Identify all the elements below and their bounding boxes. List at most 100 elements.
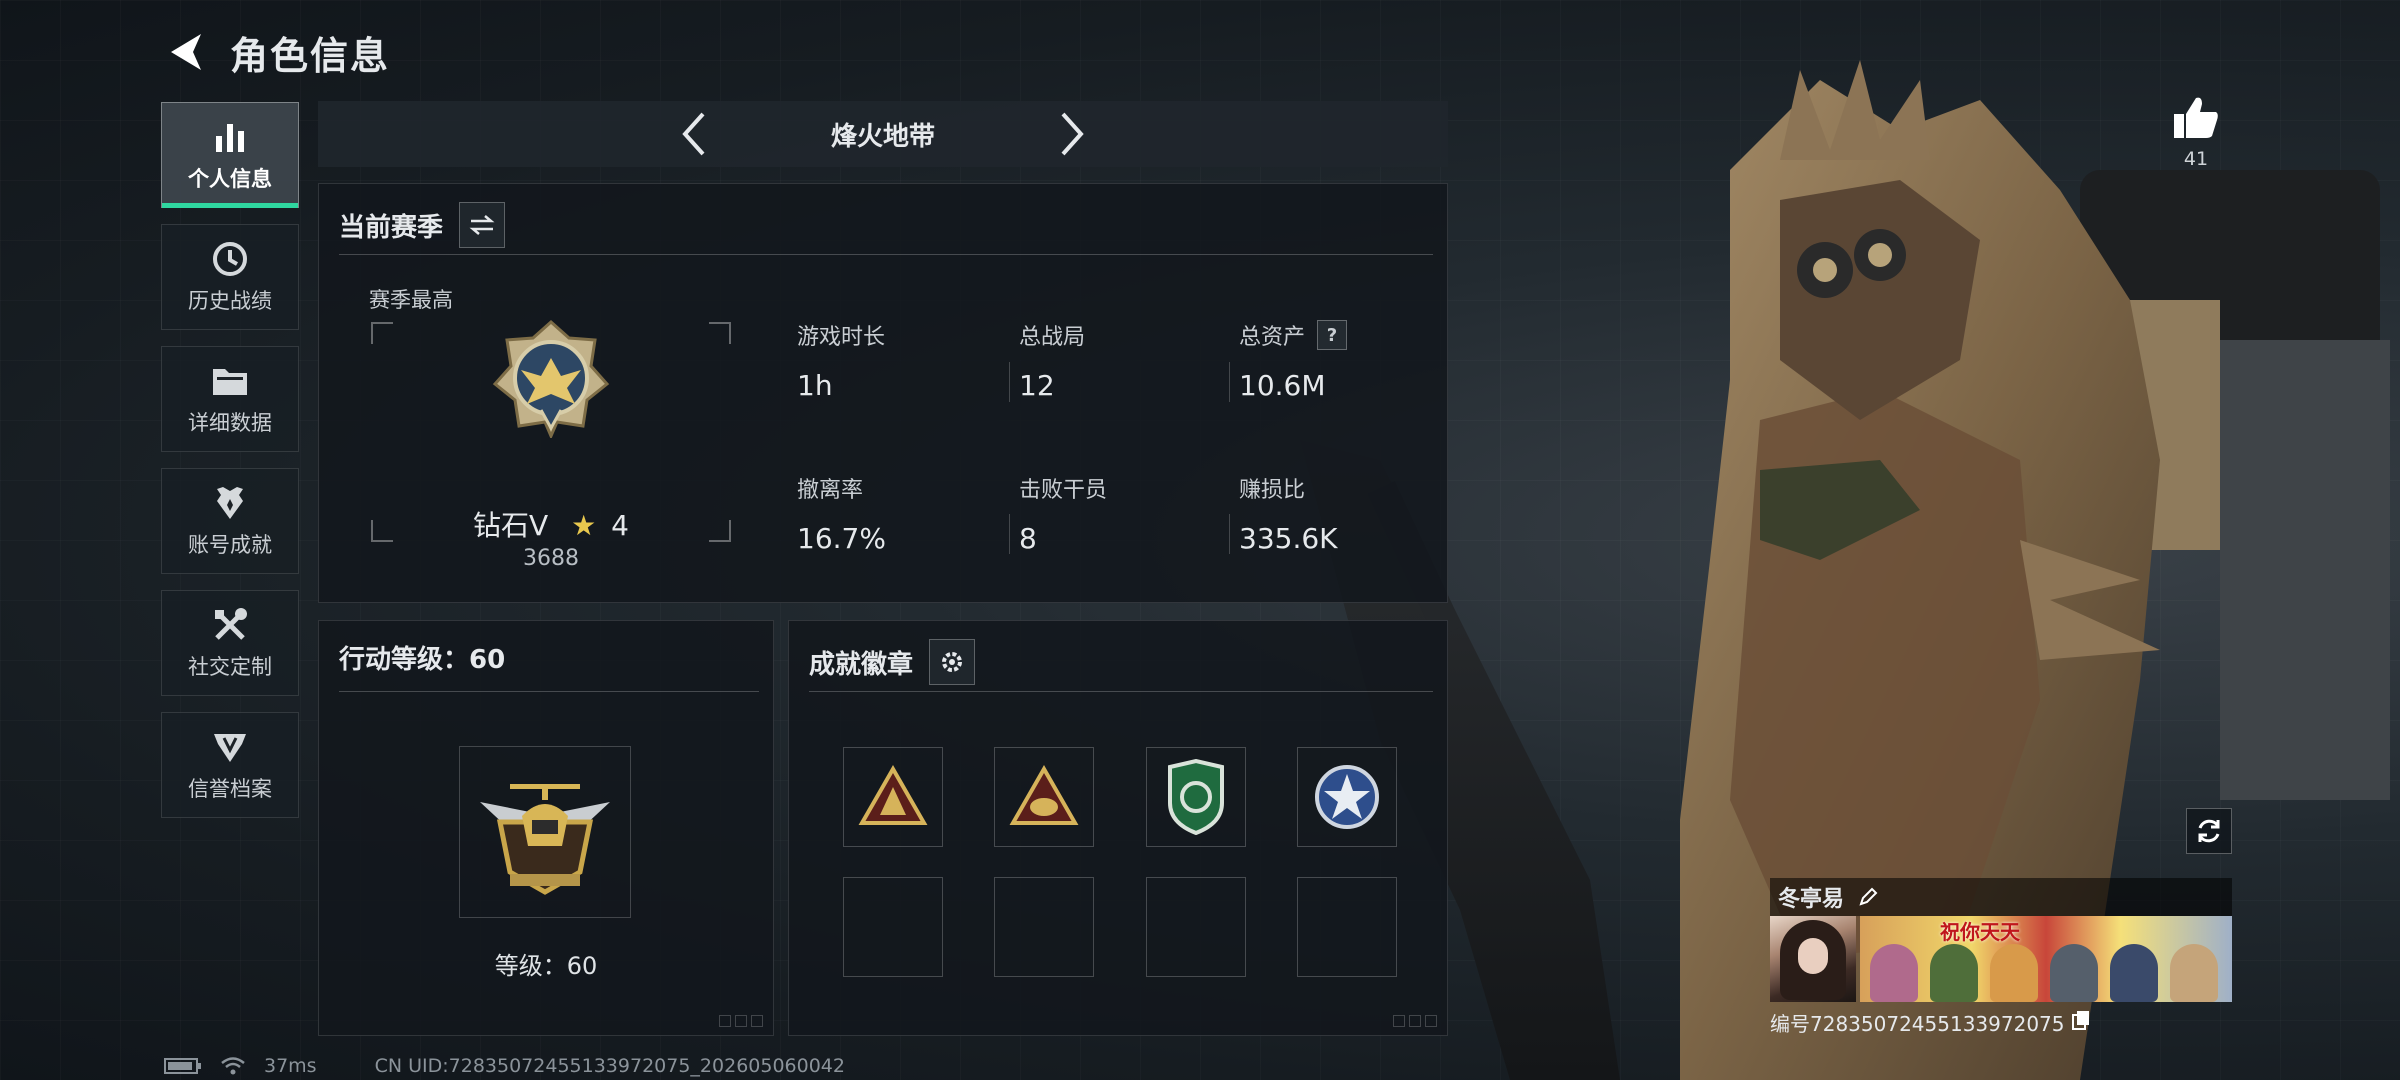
divider — [1009, 362, 1010, 402]
stat-profit-loss-ratio: 赚损比 335.6K — [1239, 472, 1439, 555]
badge-slot-empty[interactable] — [994, 877, 1094, 977]
profile-banner[interactable]: 祝你天天 — [1860, 916, 2232, 1002]
bar-chart-icon — [213, 117, 247, 157]
season-panel: 当前赛季 赛季最高 钻石V ★ 4 3688 游戏时长 1h 总战局 12 总资… — [318, 183, 1448, 603]
season-title: 当前赛季 — [339, 212, 444, 243]
season-best-label: 赛季最高 — [369, 288, 453, 312]
banner-text: 祝你天天 — [1940, 920, 2020, 944]
divider — [1229, 362, 1230, 402]
refresh-model-button[interactable] — [2186, 808, 2232, 854]
stat-value: 335.6K — [1239, 522, 1338, 555]
badges-title: 成就徽章 — [809, 649, 914, 680]
rank-name-row: 钻石V ★ 4 — [371, 504, 731, 544]
stat-label: 总战局 — [1019, 325, 1086, 350]
refresh-icon — [2198, 819, 2220, 843]
level-emblem-frame[interactable] — [459, 746, 631, 918]
badge-slot-empty[interactable] — [1146, 877, 1246, 977]
stat-value: 12 — [1019, 369, 1055, 402]
sidebar-item-achievements[interactable]: 账号成就 — [161, 468, 299, 574]
mode-selector: 烽火地带 — [318, 101, 1448, 167]
ping-value: 37ms — [264, 1055, 317, 1077]
rank-stars: 4 — [611, 509, 629, 542]
green-shield-badge-icon — [1168, 759, 1224, 835]
rank-points: 3688 — [523, 546, 579, 571]
badges-settings-button[interactable] — [929, 639, 976, 685]
sidebar-item-history[interactable]: 历史战绩 — [161, 224, 299, 330]
like-button[interactable]: 41 — [2168, 94, 2224, 170]
badge-slot[interactable] — [1297, 747, 1397, 847]
stat-value: 10.6M — [1239, 369, 1326, 402]
mode-next-button[interactable] — [1043, 104, 1103, 164]
mode-title: 烽火地带 — [830, 121, 935, 152]
stat-label: 撤离率 — [797, 478, 864, 503]
rank-name: 钻石V — [473, 509, 549, 542]
stat-operators-defeated: 击败干员 8 — [1019, 472, 1219, 555]
stat-value: 1h — [797, 369, 833, 402]
like-count: 41 — [2183, 148, 2209, 170]
back-arrow-icon — [171, 34, 201, 70]
stat-label: 击败干员 — [1019, 478, 1108, 503]
sidebar-item-detailed-data[interactable]: 详细数据 — [161, 346, 299, 452]
edit-icon[interactable] — [1854, 883, 1882, 911]
achievement-badges-panel: 成就徽章 — [788, 620, 1448, 1036]
badge-slot-empty[interactable] — [1297, 877, 1397, 977]
stat-label: 总资产 — [1239, 325, 1306, 350]
page-title: 角色信息 — [230, 33, 391, 78]
action-level-title: 行动等级：60 — [339, 645, 506, 675]
badge-slot-empty[interactable] — [843, 877, 943, 977]
stat-extraction-rate: 撤离率 16.7% — [797, 472, 997, 555]
badge-slot[interactable] — [843, 747, 943, 847]
sidebar-item-social-custom[interactable]: 社交定制 — [161, 590, 299, 696]
panel-corner-decoration — [719, 1015, 763, 1027]
avatar[interactable] — [1770, 916, 1856, 1002]
blue-star-badge-icon — [1315, 765, 1379, 829]
action-level-panel: 行动等级：60 等级：60 — [318, 620, 774, 1036]
back-button[interactable] — [160, 27, 210, 77]
profile-images: 祝你天天 — [1770, 916, 2232, 1002]
player-id: 编号7283507245513397​2075 — [1770, 1012, 2065, 1036]
stat-label-row: 总资产 ? — [1239, 319, 1439, 351]
sidebar-item-label: 信誉档案 — [188, 777, 272, 801]
folder-icon — [211, 361, 249, 401]
stat-label: 赚损比 — [1239, 478, 1306, 503]
star-icon: ★ — [571, 509, 597, 542]
stat-total-matches: 总战局 12 — [1019, 319, 1219, 402]
divider — [1229, 514, 1230, 554]
sidebar-item-label: 个人信息 — [188, 167, 272, 191]
panel-corner-decoration — [1393, 1015, 1437, 1027]
help-icon[interactable]: ? — [1317, 320, 1348, 350]
divider — [339, 254, 1433, 255]
mode-prev-button[interactable] — [663, 104, 723, 164]
stat-play-time: 游戏时长 1h — [797, 319, 997, 402]
battery-icon — [164, 1057, 202, 1075]
divider — [339, 691, 759, 692]
stat-label: 游戏时长 — [797, 325, 886, 350]
profile-card: 冬亭易 祝你天天 编号7283507245513397​2075 — [1770, 878, 2232, 1036]
sidebar-item-label: 账号成就 — [188, 533, 272, 557]
thumbs-up-icon — [2174, 97, 2218, 138]
chevron-left-icon — [682, 112, 705, 156]
divider — [1009, 514, 1010, 554]
sidebar-item-personal-info[interactable]: 个人信息 — [161, 102, 299, 208]
clock-icon — [212, 239, 248, 279]
season-switch-button[interactable] — [459, 202, 506, 248]
sidebar-item-label: 社交定制 — [188, 655, 272, 679]
status-bar: 37ms CN UID:7283507245513397​2075_202605… — [164, 1055, 845, 1077]
credit-icon — [212, 727, 248, 767]
sidebar-item-credit-record[interactable]: 信誉档案 — [161, 712, 299, 818]
copy-icon[interactable] — [2071, 1009, 2091, 1036]
badge-slot[interactable] — [1146, 747, 1246, 847]
diamond-rank-emblem-icon — [492, 319, 610, 438]
level-value: 等级：60 — [494, 952, 598, 980]
divider — [809, 691, 1433, 692]
helicopter-emblem-icon — [480, 784, 610, 895]
chevron-right-icon — [1061, 112, 1084, 156]
gear-icon — [942, 652, 963, 672]
sidebar: 个人信息 历史战绩 详细数据 账号成就 社交定制 信誉档案 — [161, 102, 299, 834]
stat-value: 8 — [1019, 522, 1037, 555]
badge-slot[interactable] — [994, 747, 1094, 847]
player-name: 冬亭易 — [1778, 887, 1845, 912]
achievement-icon — [213, 483, 247, 523]
stat-total-assets: 总资产 ? 10.6M — [1239, 319, 1439, 402]
wifi-icon — [220, 1056, 246, 1076]
